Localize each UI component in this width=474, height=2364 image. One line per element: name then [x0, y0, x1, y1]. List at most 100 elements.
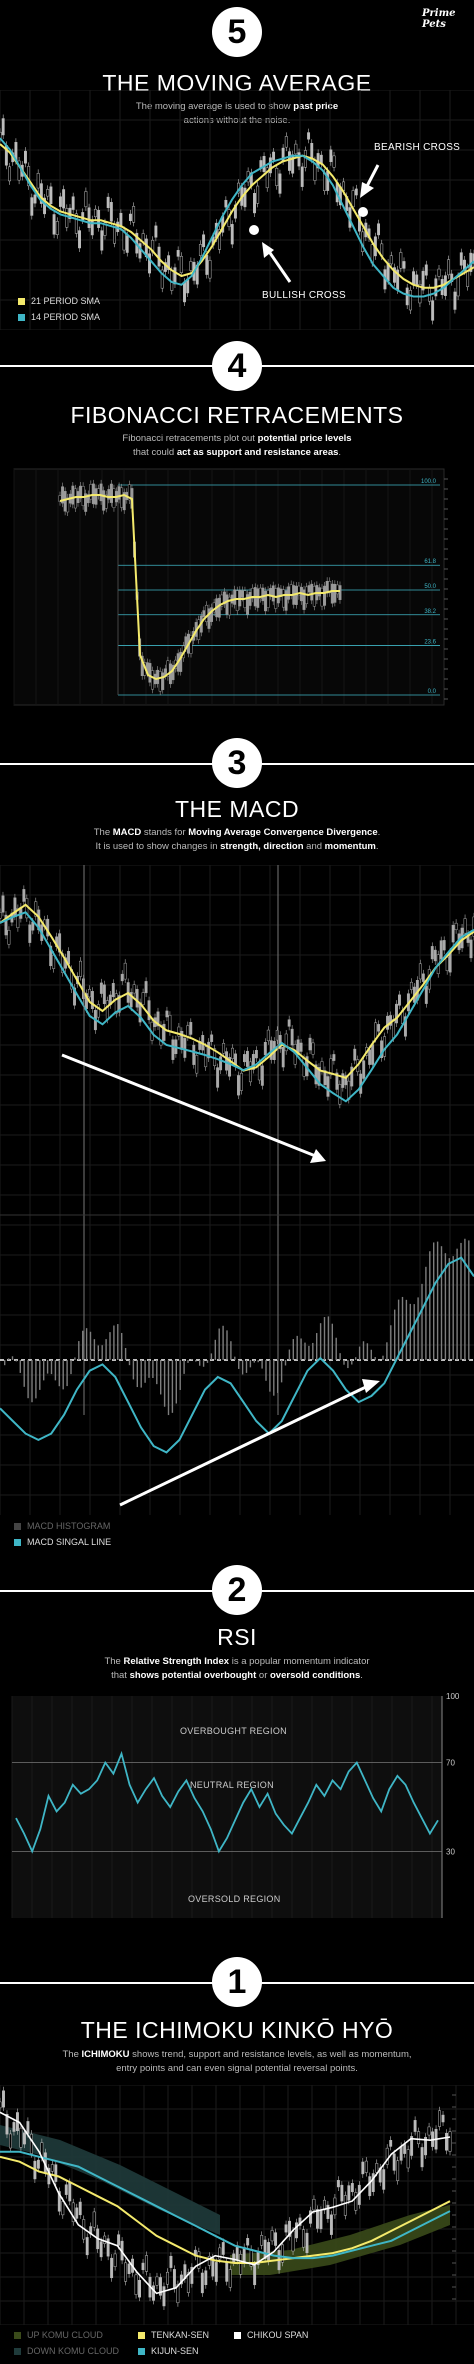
candle — [260, 2235, 264, 2246]
candle — [90, 991, 94, 1009]
macd-histogram-bar — [277, 1360, 279, 1393]
candle — [158, 671, 162, 692]
candle — [85, 2237, 89, 2256]
candle — [189, 1022, 193, 1035]
candle — [437, 268, 441, 277]
macd-histogram-bar — [413, 1304, 415, 1360]
macd-histogram-bar — [261, 1360, 263, 1369]
candle — [266, 1029, 270, 1042]
macd-histogram-bar — [93, 1339, 96, 1360]
candle — [19, 2127, 23, 2148]
candle — [433, 949, 437, 962]
candle — [469, 939, 473, 959]
candle — [171, 1039, 175, 1060]
macd-histogram-bar — [351, 1360, 353, 1365]
macd-histogram-bar — [288, 1349, 291, 1360]
candle — [453, 291, 457, 310]
candle — [65, 208, 69, 228]
candle — [415, 274, 419, 286]
macd-histogram-bar — [132, 1360, 135, 1380]
candle — [54, 2164, 58, 2182]
candle — [202, 234, 206, 248]
legend-kijun-sen: KIJUN-SEN — [138, 2346, 199, 2356]
candle — [361, 2161, 365, 2175]
candle — [239, 2254, 243, 2275]
macd-histogram-bar — [308, 1345, 310, 1360]
candle — [179, 255, 183, 273]
candle — [264, 591, 267, 612]
candle — [256, 588, 260, 608]
section-title: RSI — [217, 1624, 257, 1650]
candle — [300, 166, 304, 187]
candle — [448, 952, 452, 973]
candle — [1, 895, 5, 913]
legend-macd-signal: MACD SINGAL LINE — [14, 1537, 111, 1547]
candle — [294, 585, 298, 605]
candle — [290, 1028, 294, 1046]
candle — [100, 230, 104, 251]
section-title: FIBONACCI RETRACEMENTS — [70, 402, 404, 428]
candle — [413, 2120, 417, 2132]
candle — [168, 1015, 172, 1033]
fibonacci-chart: 100.0 61.8 50.0 38.2 23.6 0.0 — [13, 468, 448, 706]
macd-histogram-bar — [50, 1360, 53, 1375]
candle — [382, 2169, 386, 2190]
candle — [270, 2230, 274, 2242]
candle — [165, 1010, 169, 1018]
candle — [165, 2271, 169, 2285]
candle — [315, 2209, 319, 2229]
candle — [50, 2164, 54, 2172]
macd-histogram-bar — [85, 1328, 88, 1360]
candle — [111, 983, 115, 998]
candle — [141, 2262, 145, 2271]
macd-histogram-bar — [171, 1360, 174, 1413]
macd-histogram-bar — [323, 1317, 326, 1360]
candle — [93, 208, 97, 218]
section-number-badge: 3 — [212, 738, 262, 788]
candle — [459, 252, 463, 266]
candle — [219, 1056, 223, 1071]
candle — [320, 1061, 324, 1071]
candle — [287, 1019, 291, 1027]
macd-histogram-bar — [327, 1316, 330, 1360]
candle — [288, 151, 291, 171]
candle — [233, 589, 237, 605]
macd-histogram-bar — [167, 1360, 170, 1416]
brand-logo: Prime Pets — [422, 8, 456, 30]
macd-histogram-bar — [124, 1348, 127, 1360]
candle — [456, 276, 460, 297]
candle — [0, 131, 2, 139]
candle — [371, 1044, 375, 1065]
legend-21-sma: 21 PERIOD SMA — [18, 296, 100, 306]
candle — [243, 1054, 246, 1063]
candle — [134, 2274, 138, 2295]
macd-histogram-bar — [19, 1360, 21, 1373]
macd-histogram-bar — [136, 1360, 138, 1388]
candle — [403, 2144, 407, 2154]
candle — [148, 663, 152, 683]
bullish-cross-point — [249, 225, 259, 235]
candle — [246, 2238, 250, 2246]
macd-histogram-bar — [429, 1251, 431, 1360]
candle — [402, 261, 406, 269]
candle — [208, 260, 212, 279]
candle — [377, 223, 381, 236]
candle — [63, 491, 67, 512]
candle — [354, 2192, 358, 2211]
macd-histogram-bar — [54, 1360, 57, 1381]
candle — [202, 610, 206, 617]
candle — [230, 224, 234, 245]
candle — [23, 150, 27, 164]
candle — [336, 2180, 340, 2188]
candle — [183, 1038, 187, 1058]
candle — [389, 2140, 393, 2147]
macd-histogram-bar — [148, 1360, 150, 1378]
candle — [58, 196, 62, 207]
macd-price-ma-teal — [0, 911, 474, 1103]
candle — [398, 994, 401, 1006]
candle — [87, 989, 91, 998]
candle — [156, 669, 160, 684]
candle — [266, 590, 270, 608]
candle — [155, 2276, 159, 2286]
candle — [329, 149, 333, 162]
